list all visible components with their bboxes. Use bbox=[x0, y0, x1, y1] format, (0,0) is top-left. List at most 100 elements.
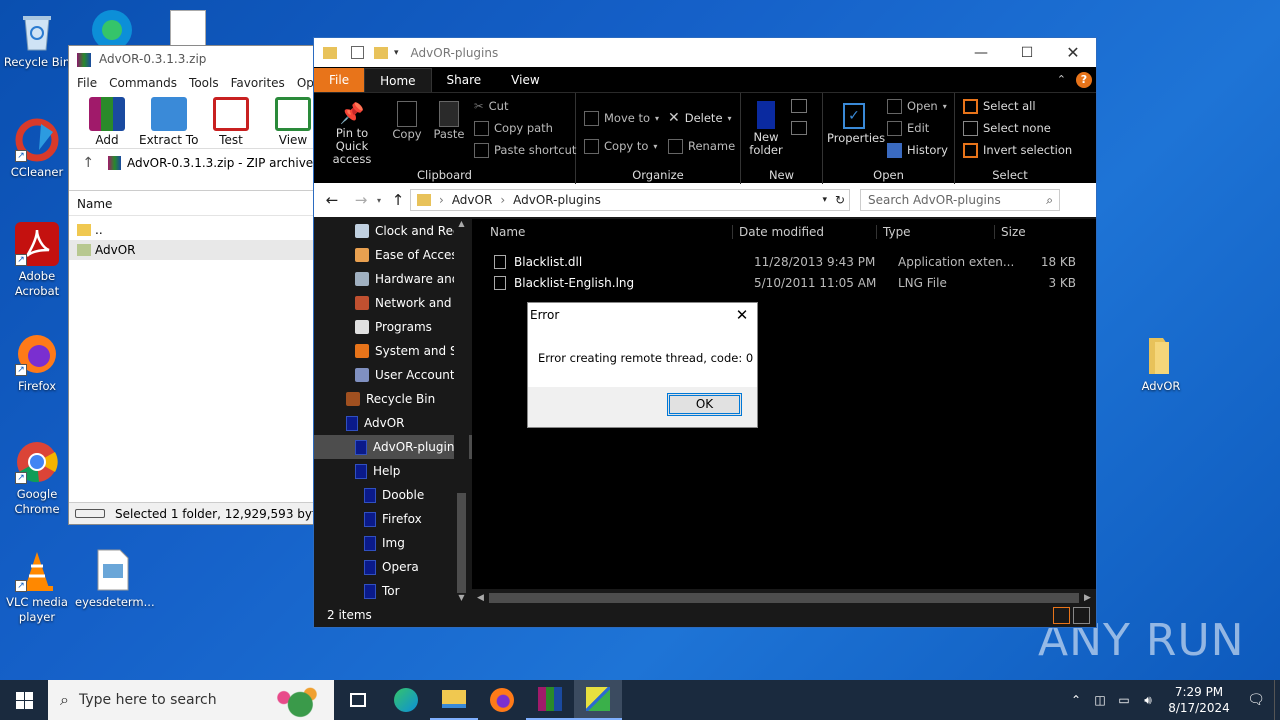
task-view-button[interactable] bbox=[334, 680, 382, 720]
scroll-right-icon[interactable]: ▶ bbox=[1079, 593, 1096, 603]
view-button[interactable]: View bbox=[269, 97, 317, 148]
nav-item[interactable]: Clock and Regi bbox=[314, 219, 472, 243]
nav-item[interactable]: Help bbox=[314, 459, 472, 483]
taskbar-search[interactable]: ⌕ Type here to search bbox=[48, 680, 334, 720]
nav-scrollbar[interactable]: ▲ ▼ bbox=[454, 219, 469, 606]
menu-commands[interactable]: Commands bbox=[109, 73, 177, 93]
invert-selection-button[interactable]: Invert selection bbox=[963, 139, 1072, 161]
column-size[interactable]: Size bbox=[994, 225, 1064, 239]
collapse-ribbon-icon[interactable]: ⌃ bbox=[1057, 73, 1066, 86]
file-row[interactable]: Blacklist.dll 11/28/2013 9:43 PM Applica… bbox=[472, 251, 1096, 272]
error-dialog[interactable]: Error ✕ Error creating remote thread, co… bbox=[527, 302, 758, 428]
tab-share[interactable]: Share bbox=[432, 68, 497, 92]
properties-quick-icon[interactable] bbox=[351, 46, 364, 59]
new-folder-quick-icon[interactable] bbox=[374, 46, 388, 59]
nav-item[interactable]: Ease of Access bbox=[314, 243, 472, 267]
menu-tools[interactable]: Tools bbox=[189, 73, 219, 93]
pin-to-quick-access-button[interactable]: 📌 Pin to Quick access bbox=[320, 101, 384, 166]
nav-item[interactable]: Programs bbox=[314, 315, 472, 339]
menu-file[interactable]: File bbox=[77, 73, 97, 93]
folder-quick-icon[interactable] bbox=[323, 46, 337, 59]
paste-button[interactable]: Paste bbox=[432, 101, 466, 141]
desktop-icon-eyesdetermined[interactable]: eyesdeterm... bbox=[75, 548, 155, 610]
dialog-titlebar[interactable]: Error ✕ bbox=[528, 303, 757, 327]
winrar-titlebar[interactable]: AdvOR-0.3.1.3.zip bbox=[69, 46, 317, 73]
taskbar-firefox[interactable] bbox=[478, 680, 526, 720]
close-button[interactable]: ✕ bbox=[1050, 43, 1096, 62]
extract-to-button[interactable]: Extract To bbox=[139, 97, 198, 148]
dropdown-quick-icon[interactable]: ▾ bbox=[394, 48, 399, 58]
tab-view[interactable]: View bbox=[496, 68, 554, 92]
history-button[interactable]: History bbox=[887, 139, 948, 161]
network-icon[interactable]: ▭ bbox=[1112, 693, 1136, 707]
desktop-icon-advor[interactable]: AdvOR bbox=[1124, 332, 1198, 394]
minimize-button[interactable]: — bbox=[958, 45, 1004, 61]
desktop-icon-adobe-acrobat[interactable]: ↗ Adobe Acrobat bbox=[0, 222, 74, 299]
tab-file[interactable]: File bbox=[314, 68, 365, 92]
nav-item[interactable]: User Accounts bbox=[314, 363, 472, 387]
file-row[interactable]: Blacklist-English.lng 5/10/2011 11:05 AM… bbox=[472, 272, 1096, 293]
new-item-icon[interactable] bbox=[791, 99, 807, 113]
address-bar[interactable]: › AdvOR › AdvOR-plugins ▾ ↻ bbox=[410, 189, 850, 211]
rename-button[interactable]: Rename bbox=[668, 135, 735, 157]
explorer-titlebar[interactable]: ▾ AdvOR-plugins — ☐ ✕ bbox=[314, 38, 1096, 67]
scroll-up-icon[interactable]: ▲ bbox=[454, 219, 469, 233]
new-folder-button[interactable]: New folder bbox=[747, 101, 785, 157]
details-view-icon[interactable] bbox=[1053, 607, 1070, 624]
nav-item[interactable]: AdvOR bbox=[314, 411, 472, 435]
select-all-button[interactable]: Select all bbox=[963, 95, 1072, 117]
up-arrow-icon[interactable]: ↑ bbox=[69, 155, 108, 171]
list-item-parent[interactable]: .. bbox=[69, 220, 317, 240]
desktop-icon-vlc[interactable]: ↗ VLC media player bbox=[0, 548, 74, 625]
column-name-header[interactable]: Name bbox=[69, 190, 317, 216]
scroll-left-icon[interactable]: ◀ bbox=[472, 593, 489, 603]
help-icon[interactable]: ? bbox=[1076, 71, 1092, 88]
clock[interactable]: 7:29 PM 8/17/2024 bbox=[1160, 684, 1238, 716]
copy-to-button[interactable]: Copy to ▾ bbox=[584, 135, 659, 157]
breadcrumb-advor-plugins[interactable]: AdvOR-plugins bbox=[513, 193, 601, 207]
edge-desktop-icon[interactable] bbox=[88, 4, 136, 50]
delete-button[interactable]: ✕ Delete ▾ bbox=[668, 107, 735, 129]
nav-item[interactable]: System and Se bbox=[314, 339, 472, 363]
tab-home[interactable]: Home bbox=[364, 68, 432, 92]
taskbar-active-app[interactable] bbox=[574, 680, 622, 720]
ok-button[interactable]: OK bbox=[667, 393, 742, 416]
taskbar-winrar[interactable] bbox=[526, 680, 574, 720]
horizontal-scroll-thumb[interactable] bbox=[489, 592, 1079, 603]
column-type[interactable]: Type bbox=[876, 225, 994, 239]
nav-item[interactable]: Network and Ir bbox=[314, 291, 472, 315]
address-dropdown-icon[interactable]: ▾ bbox=[822, 195, 827, 205]
dialog-close-icon[interactable]: ✕ bbox=[727, 303, 757, 327]
image-file-desktop-icon[interactable] bbox=[170, 10, 206, 46]
desktop-icon-google-chrome[interactable]: ↗ Google Chrome bbox=[0, 440, 74, 517]
up-arrow-icon[interactable]: ↑ bbox=[386, 191, 410, 209]
forward-arrow-icon[interactable]: → bbox=[350, 191, 372, 209]
back-arrow-icon[interactable]: ← bbox=[314, 191, 350, 209]
nav-item[interactable]: Tor bbox=[314, 579, 472, 603]
move-to-button[interactable]: Move to ▾ bbox=[584, 107, 659, 129]
column-name[interactable]: Name bbox=[472, 225, 732, 239]
taskbar-search-input[interactable]: Type here to search bbox=[79, 692, 217, 708]
nav-item[interactable]: Firefox bbox=[314, 507, 472, 531]
start-button[interactable] bbox=[0, 680, 48, 720]
winrar-window[interactable]: AdvOR-0.3.1.3.zip File Commands Tools Fa… bbox=[68, 45, 318, 525]
open-button[interactable]: Open ▾ bbox=[887, 95, 948, 117]
menu-favorites[interactable]: Favorites bbox=[231, 73, 285, 93]
taskbar-edge[interactable] bbox=[382, 680, 430, 720]
paste-shortcut-button[interactable]: Paste shortcut bbox=[474, 139, 576, 161]
refresh-icon[interactable]: ↻ bbox=[835, 193, 845, 207]
edit-button[interactable]: Edit bbox=[887, 117, 948, 139]
nav-item[interactable]: Img bbox=[314, 531, 472, 555]
breadcrumb-advor[interactable]: AdvOR bbox=[452, 193, 493, 207]
nav-item[interactable]: AdvOR-plugins bbox=[314, 435, 472, 459]
cut-button[interactable]: ✂ Cut bbox=[474, 95, 576, 117]
taskbar-file-explorer[interactable] bbox=[430, 680, 478, 720]
nav-item[interactable]: Opera bbox=[314, 555, 472, 579]
desktop-icon-recycle-bin[interactable]: Recycle Bin bbox=[0, 8, 74, 70]
properties-button[interactable]: ✓ Properties bbox=[827, 103, 885, 145]
nav-item[interactable]: Recycle Bin bbox=[314, 387, 472, 411]
test-button[interactable]: Test bbox=[207, 97, 255, 148]
add-button[interactable]: Add bbox=[83, 97, 131, 148]
copy-button[interactable]: Copy bbox=[390, 101, 424, 141]
search-input[interactable]: Search AdvOR-plugins bbox=[868, 193, 1001, 207]
